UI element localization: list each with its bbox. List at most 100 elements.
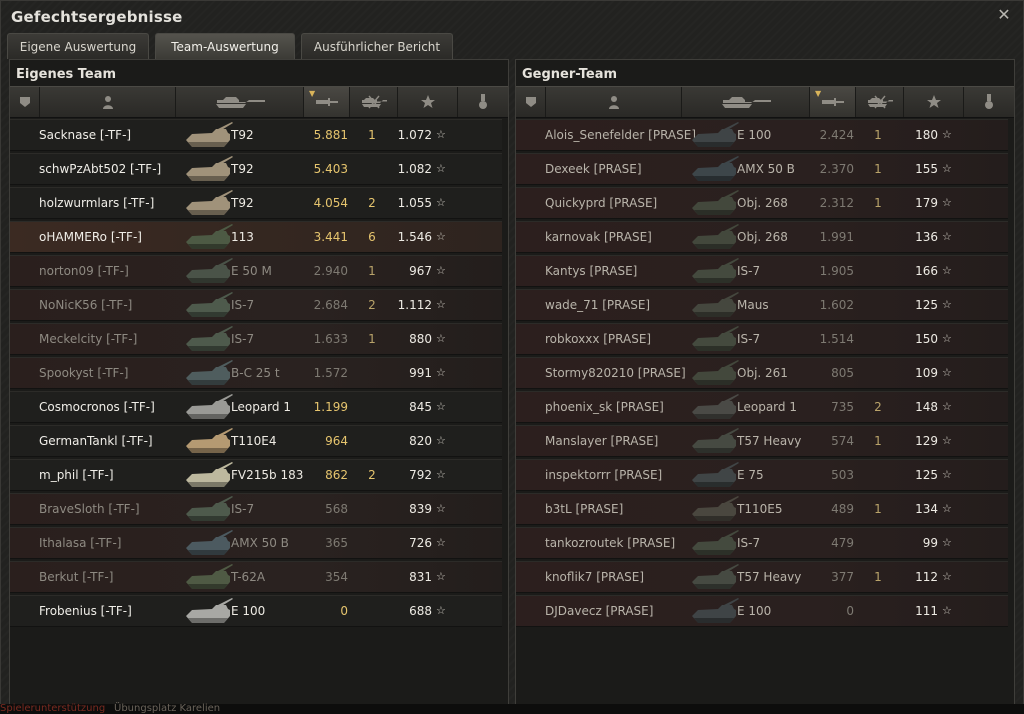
tank-icon[interactable] xyxy=(176,87,304,117)
player-name[interactable]: Manslayer [PRASE] xyxy=(545,426,695,456)
damage-value: 964 xyxy=(325,434,348,448)
table-row[interactable]: Dexeek [PRASE] AMX 50 B 2.370 1 155 ☆ xyxy=(516,153,1008,185)
star-icon: ☆ xyxy=(942,400,952,413)
table-row[interactable]: karnovak [PRASE] Obj. 268 1.991 136 ☆ xyxy=(516,221,1008,253)
player-icon[interactable] xyxy=(546,87,682,117)
table-row[interactable]: Kantys [PRASE] IS-7 1.905 166 ☆ xyxy=(516,255,1008,287)
xp-star-icon[interactable] xyxy=(398,87,458,117)
player-name[interactable]: BraveSloth [-TF-] xyxy=(39,494,189,524)
table-row[interactable]: Quickyprd [PRASE] Obj. 268 2.312 1 179 ☆ xyxy=(516,187,1008,219)
table-row[interactable]: holzwurmlars [-TF-] T92 4.054 2 1.055 ☆ xyxy=(10,187,502,219)
enemy-team-panel: Gegner-Team ▼ Alois_Senefelder [PRASE] E… xyxy=(515,59,1015,705)
damage-value: 377 xyxy=(831,570,854,584)
player-name[interactable]: inspektorrr [PRASE] xyxy=(545,460,695,490)
table-row[interactable]: b3tL [PRASE] T110E5 489 1 134 ☆ xyxy=(516,493,1008,525)
tab-team-auswertung[interactable]: Team-Auswertung xyxy=(155,33,295,59)
player-name[interactable]: tankozroutek [PRASE] xyxy=(545,528,695,558)
medal-icon[interactable] xyxy=(964,87,1014,117)
player-name[interactable]: Cosmocronos [-TF-] xyxy=(39,392,189,422)
table-row[interactable]: DJDavecz [PRASE] E 100 0 111 ☆ xyxy=(516,595,1008,627)
kills-icon[interactable] xyxy=(350,87,398,117)
player-name[interactable]: karnovak [PRASE] xyxy=(545,222,695,252)
xp-value: 155 xyxy=(915,162,938,176)
star-icon: ☆ xyxy=(436,366,446,379)
player-name[interactable]: knoflik7 [PRASE] xyxy=(545,562,695,592)
xp-value: 179 xyxy=(915,196,938,210)
title-bar[interactable]: Gefechtsergebnisse ✕ xyxy=(1,1,1023,33)
medal-icon[interactable] xyxy=(458,87,508,117)
player-name[interactable]: Sacknase [-TF-] xyxy=(39,120,189,150)
xp-value: 1.072 xyxy=(397,128,432,142)
table-row[interactable]: phoenix_sk [PRASE] Leopard 1 735 2 148 ☆ xyxy=(516,391,1008,423)
player-name[interactable]: b3tL [PRASE] xyxy=(545,494,695,524)
damage-value: 1.633 xyxy=(313,332,348,346)
player-name[interactable]: m_phil [-TF-] xyxy=(39,460,189,490)
xp-value: 1.112 xyxy=(397,298,432,312)
table-row[interactable]: Ithalasa [-TF-] AMX 50 B 365 726 ☆ xyxy=(10,527,502,559)
table-row[interactable]: m_phil [-TF-] FV215b 183 862 2 792 ☆ xyxy=(10,459,502,491)
player-name[interactable]: Dexeek [PRASE] xyxy=(545,154,695,184)
player-name[interactable]: Frobenius [-TF-] xyxy=(39,596,189,626)
player-name[interactable]: DJDavecz [PRASE] xyxy=(545,596,695,626)
player-name[interactable]: Kantys [PRASE] xyxy=(545,256,695,286)
player-name[interactable]: schwPzAbt502 [-TF-] xyxy=(39,154,189,184)
player-name[interactable]: oHAMMERo [-TF-] xyxy=(39,222,189,252)
table-row[interactable]: GermanTankl [-TF-] T110E4 964 820 ☆ xyxy=(10,425,502,457)
table-row[interactable]: BraveSloth [-TF-] IS-7 568 839 ☆ xyxy=(10,493,502,525)
table-row[interactable]: norton09 [-TF-] E 50 M 2.940 1 967 ☆ xyxy=(10,255,502,287)
player-name[interactable]: Meckelcity [-TF-] xyxy=(39,324,189,354)
player-name[interactable]: Spookyst [-TF-] xyxy=(39,358,189,388)
damage-value: 568 xyxy=(325,502,348,516)
table-row[interactable]: knoflik7 [PRASE] T57 Heavy 377 1 112 ☆ xyxy=(516,561,1008,593)
table-row[interactable]: Cosmocronos [-TF-] Leopard 1 1.199 845 ☆ xyxy=(10,391,502,423)
player-name[interactable]: NoNicK56 [-TF-] xyxy=(39,290,189,320)
close-icon[interactable]: ✕ xyxy=(995,6,1013,24)
player-name[interactable]: Ithalasa [-TF-] xyxy=(39,528,189,558)
player-name[interactable]: wade_71 [PRASE] xyxy=(545,290,695,320)
table-row[interactable]: robkoxxx [PRASE] IS-7 1.514 150 ☆ xyxy=(516,323,1008,355)
damage-icon[interactable]: ▼ xyxy=(810,87,856,117)
damage-value: 2.684 xyxy=(313,298,348,312)
tab-ausfuehrlicher-bericht[interactable]: Ausführlicher Bericht xyxy=(301,33,453,59)
table-row[interactable]: Alois_Senefelder [PRASE] E 100 2.424 1 180 ☆ xyxy=(516,119,1008,151)
player-name[interactable]: Berkut [-TF-] xyxy=(39,562,189,592)
kills-value xyxy=(868,460,888,490)
table-row[interactable]: Berkut [-TF-] T-62A 354 831 ☆ xyxy=(10,561,502,593)
damage-value: 1.199 xyxy=(313,400,348,414)
tank-icon[interactable] xyxy=(682,87,810,117)
player-name[interactable]: holzwurmlars [-TF-] xyxy=(39,188,189,218)
table-row[interactable]: Manslayer [PRASE] T57 Heavy 574 1 129 ☆ xyxy=(516,425,1008,457)
star-icon: ☆ xyxy=(942,230,952,243)
table-row[interactable]: NoNicK56 [-TF-] IS-7 2.684 2 1.112 ☆ xyxy=(10,289,502,321)
star-icon: ☆ xyxy=(942,468,952,481)
player-name[interactable]: Alois_Senefelder [PRASE] xyxy=(545,120,695,150)
squad-icon[interactable] xyxy=(516,87,546,117)
table-row[interactable]: Sacknase [-TF-] T92 5.881 1 1.072 ☆ xyxy=(10,119,502,151)
table-row[interactable]: oHAMMERo [-TF-] 113 3.441 6 1.546 ☆ xyxy=(10,221,502,253)
table-row[interactable]: tankozroutek [PRASE] IS-7 479 99 ☆ xyxy=(516,527,1008,559)
table-row[interactable]: Spookyst [-TF-] B-C 25 t 1.572 991 ☆ xyxy=(10,357,502,389)
player-icon[interactable] xyxy=(40,87,176,117)
xp-star-icon[interactable] xyxy=(904,87,964,117)
player-name[interactable]: Quickyprd [PRASE] xyxy=(545,188,695,218)
star-icon: ☆ xyxy=(942,264,952,277)
table-row[interactable]: Meckelcity [-TF-] IS-7 1.633 1 880 ☆ xyxy=(10,323,502,355)
player-name[interactable]: norton09 [-TF-] xyxy=(39,256,189,286)
player-name[interactable]: phoenix_sk [PRASE] xyxy=(545,392,695,422)
damage-value: 503 xyxy=(831,468,854,482)
player-name[interactable]: GermanTankl [-TF-] xyxy=(39,426,189,456)
enemy-team-title: Gegner-Team xyxy=(522,67,618,82)
kills-value xyxy=(868,290,888,320)
table-row[interactable]: wade_71 [PRASE] Maus 1.602 125 ☆ xyxy=(516,289,1008,321)
tab-eigene-auswertung[interactable]: Eigene Auswertung xyxy=(7,33,149,59)
player-name[interactable]: robkoxxx [PRASE] xyxy=(545,324,695,354)
squad-icon[interactable] xyxy=(10,87,40,117)
table-row[interactable]: Frobenius [-TF-] E 100 0 688 ☆ xyxy=(10,595,502,627)
player-name[interactable]: Stormy820210 [PRASE] xyxy=(545,358,695,388)
table-row[interactable]: Stormy820210 [PRASE] Obj. 261 805 109 ☆ xyxy=(516,357,1008,389)
damage-icon[interactable]: ▼ xyxy=(304,87,350,117)
own-team-title: Eigenes Team xyxy=(16,67,117,82)
table-row[interactable]: inspektorrr [PRASE] E 75 503 125 ☆ xyxy=(516,459,1008,491)
kills-icon[interactable] xyxy=(856,87,904,117)
table-row[interactable]: schwPzAbt502 [-TF-] T92 5.403 1.082 ☆ xyxy=(10,153,502,185)
